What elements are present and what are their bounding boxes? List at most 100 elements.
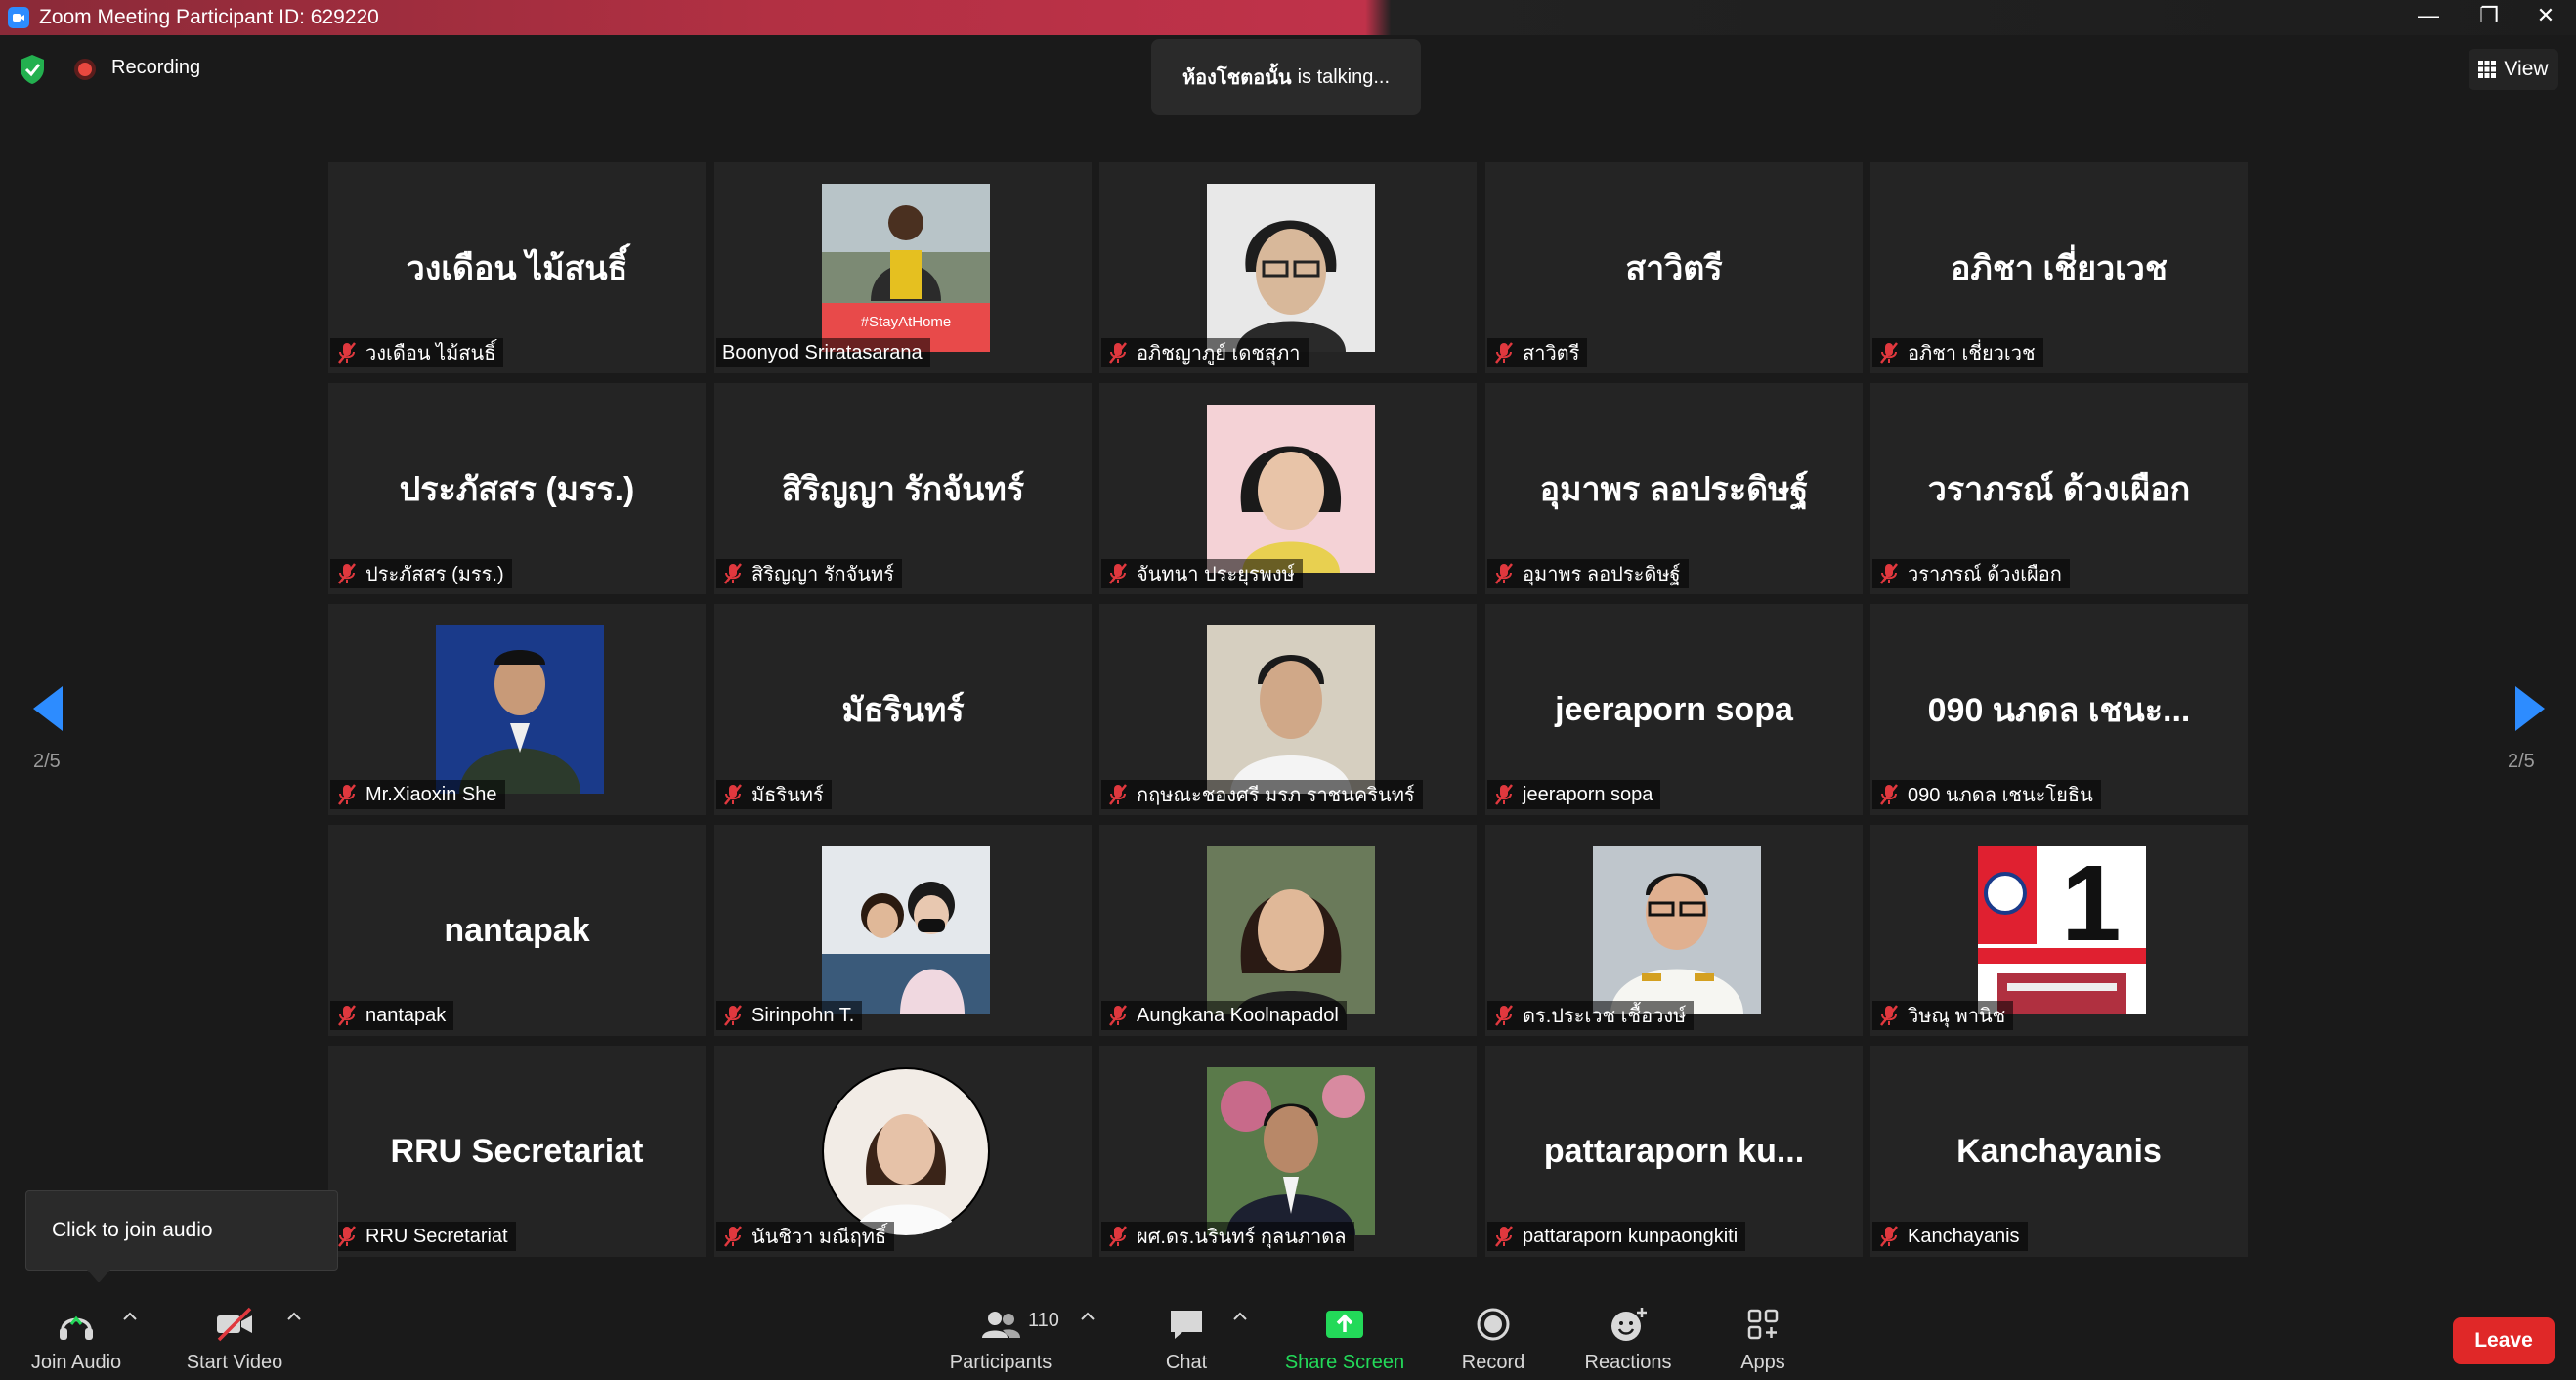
join-audio-button[interactable]: Join Audio [25, 1282, 127, 1380]
participant-tile[interactable]: ประภัสสร (มรร.) ประภัสสร (มรร.) [328, 383, 706, 594]
recording-icon [74, 59, 96, 80]
record-button[interactable]: Record [1448, 1282, 1538, 1380]
participant-name-tag: จันทนา ประยุรพงษ์ [1101, 559, 1303, 588]
participant-name-tag: สาวิตรี [1487, 338, 1588, 367]
participant-name: สิริญญา รักจันทร์ [751, 564, 894, 585]
participant-tile[interactable]: Aungkana Koolnapadol [1099, 825, 1477, 1036]
participant-tile[interactable]: สาวิตรี สาวิตรี [1485, 162, 1863, 373]
shield-icon[interactable] [18, 53, 47, 86]
participant-name-tag: nantapak [330, 1001, 454, 1030]
participant-name-tag: Boonyod Sriratasarana [716, 338, 930, 367]
participant-name-tag: วงเดือน ไม้สนธิ์ [330, 338, 504, 367]
participant-tile[interactable]: ดร.ประเวช เชื้อวงษ์ [1485, 825, 1863, 1036]
participant-tile[interactable]: จันทนา ประยุรพงษ์ [1099, 383, 1477, 594]
reactions-label: Reactions [1584, 1352, 1672, 1373]
muted-mic-icon [1495, 1005, 1513, 1026]
record-icon [1477, 1308, 1510, 1341]
participant-name: Boonyod Sriratasarana [722, 341, 923, 364]
participant-name: นันชิวา มณีฤทธิ์ [751, 1227, 887, 1248]
participant-video [1207, 1067, 1375, 1235]
leave-button[interactable]: Leave [2453, 1317, 2555, 1364]
participant-video [1207, 184, 1375, 352]
muted-mic-icon [338, 1226, 356, 1247]
apps-label: Apps [1740, 1352, 1785, 1373]
view-button[interactable]: View [2469, 49, 2558, 90]
participant-tile[interactable]: nantapak nantapak [328, 825, 706, 1036]
participant-video: #StayAtHome [822, 184, 990, 352]
previous-page-icon[interactable] [31, 684, 64, 733]
headphones-icon [60, 1315, 93, 1340]
record-label: Record [1461, 1352, 1525, 1373]
participant-tile[interactable]: อภิชา เชี่ยวเวช อภิชา เชี่ยวเวช [1870, 162, 2248, 373]
muted-mic-icon [338, 1005, 356, 1026]
recording-label: Recording [111, 57, 201, 78]
participant-tile[interactable]: jeeraporn sopa jeeraporn sopa [1485, 604, 1863, 815]
participants-count: 110 [1028, 1310, 1059, 1331]
participant-name-tag: มัธรินทร์ [716, 780, 832, 809]
audio-options-caret-icon[interactable] [121, 1310, 139, 1323]
participant-name-tag: Aungkana Koolnapadol [1101, 1001, 1347, 1030]
participant-tile[interactable]: วราภรณ์ ด้วงเผือก วราภรณ์ ด้วงเผือก [1870, 383, 2248, 594]
participant-name-tag: สิริญญา รักจันทร์ [716, 559, 902, 588]
active-speaker-suffix: is talking... [1297, 65, 1391, 88]
participant-tile[interactable]: มัธรินทร์ มัธรินทร์ [714, 604, 1092, 815]
participant-tile[interactable]: 090 นภดล เชนะ... 090 นภดล เชนะโยธิน [1870, 604, 2248, 815]
video-options-caret-icon[interactable] [285, 1310, 303, 1323]
muted-mic-icon [1495, 1226, 1513, 1247]
participant-name: pattaraporn kunpaongkiti [1523, 1225, 1739, 1247]
muted-mic-icon [1880, 342, 1898, 364]
participant-name-tag: RRU Secretariat [330, 1222, 516, 1251]
view-label: View [2504, 58, 2549, 80]
participant-tile[interactable]: วงเดือน ไม้สนธิ์ วงเดือน ไม้สนธิ์ [328, 162, 706, 373]
participant-tile[interactable]: Mr.Xiaoxin She [328, 604, 706, 815]
share-screen-icon [1326, 1311, 1363, 1338]
participant-tile[interactable]: Kanchayanis Kanchayanis [1870, 1046, 2248, 1257]
participant-tile[interactable]: pattaraporn ku... pattaraporn kunpaongkit… [1485, 1046, 1863, 1257]
chat-options-caret-icon[interactable] [1231, 1310, 1249, 1323]
participant-name: กฤษณะชองศรี มรภ ราชนครินทร์ [1137, 785, 1415, 806]
participant-tile[interactable]: #StayAtHome Boonyod Sriratasarana [714, 162, 1092, 373]
participant-tile[interactable]: นันชิวา มณีฤทธิ์ [714, 1046, 1092, 1257]
participant-name-tag: Kanchayanis [1872, 1222, 2028, 1251]
participant-name-tag: วราภรณ์ ด้วงเผือก [1872, 559, 2070, 588]
participant-tile[interactable]: ผศ.ดร.นรินทร์ กุลนภาดล [1099, 1046, 1477, 1257]
reactions-button[interactable]: Reactions [1577, 1282, 1679, 1380]
participant-tile[interactable]: อภิชญาภูย์ เดชสุภา [1099, 162, 1477, 373]
muted-mic-icon [1495, 784, 1513, 805]
participant-name: jeeraporn sopa [1523, 783, 1653, 805]
stayathome-caption: #StayAtHome [861, 314, 952, 330]
participant-name: ผศ.ดร.นรินทร์ กุลนภาดล [1137, 1227, 1347, 1248]
zoom-logo-icon [8, 7, 29, 28]
participant-name-tag: pattaraporn kunpaongkiti [1487, 1222, 1746, 1251]
participant-tile[interactable]: กฤษณะชองศรี มรภ ราชนครินทร์ [1099, 604, 1477, 815]
start-video-button[interactable]: Start Video [176, 1282, 293, 1380]
participant-tile[interactable]: 1 วิษณุ พานิช [1870, 825, 2248, 1036]
close-button[interactable]: ✕ [2515, 0, 2576, 31]
meeting-topbar: Recording ห้องโชตอนั้น is talking... Vie… [0, 35, 2576, 143]
participant-name-tag: วิษณุ พานิช [1872, 1001, 2014, 1030]
muted-mic-icon [1880, 563, 1898, 584]
participants-icon [982, 1312, 1020, 1338]
participant-tile[interactable]: Sirinpohn T. [714, 825, 1092, 1036]
participant-tile[interactable]: สิริญญา รักจันทร์ สิริญญา รักจันทร์ [714, 383, 1092, 594]
minimize-button[interactable]: — [2398, 0, 2459, 31]
participant-tile[interactable]: อุมาพร ลอประดิษฐ์ อุมาพร ลอประดิษฐ์ [1485, 383, 1863, 594]
participant-tile[interactable]: RRU Secretariat RRU Secretariat [328, 1046, 706, 1257]
participant-name-tag: Sirinpohn T. [716, 1001, 863, 1030]
restore-button[interactable]: ❐ [2459, 0, 2519, 31]
participant-name-tag: 090 นภดล เชนะโยธิน [1872, 780, 2101, 809]
window-title: Zoom Meeting Participant ID: 629220 [39, 6, 379, 28]
share-screen-button[interactable]: Share Screen [1280, 1282, 1409, 1380]
muted-mic-icon [724, 1226, 742, 1247]
muted-mic-icon [1109, 342, 1127, 364]
participant-name-tag: Mr.Xiaoxin She [330, 780, 505, 809]
participant-name-tag: นันชิวา มณีฤทธิ์ [716, 1222, 895, 1251]
participants-options-caret-icon[interactable] [1079, 1310, 1096, 1323]
participant-name: Mr.Xiaoxin She [365, 783, 497, 805]
muted-mic-icon [1495, 342, 1513, 364]
muted-mic-icon [1495, 563, 1513, 584]
gallery-grid: วงเดือน ไม้สนธิ์ วงเดือน ไม้สนธิ์ #StayAtH… [328, 162, 2248, 1257]
apps-button[interactable]: Apps [1718, 1282, 1808, 1380]
next-page-icon[interactable] [2513, 684, 2547, 733]
chat-button[interactable]: Chat [1141, 1282, 1231, 1380]
